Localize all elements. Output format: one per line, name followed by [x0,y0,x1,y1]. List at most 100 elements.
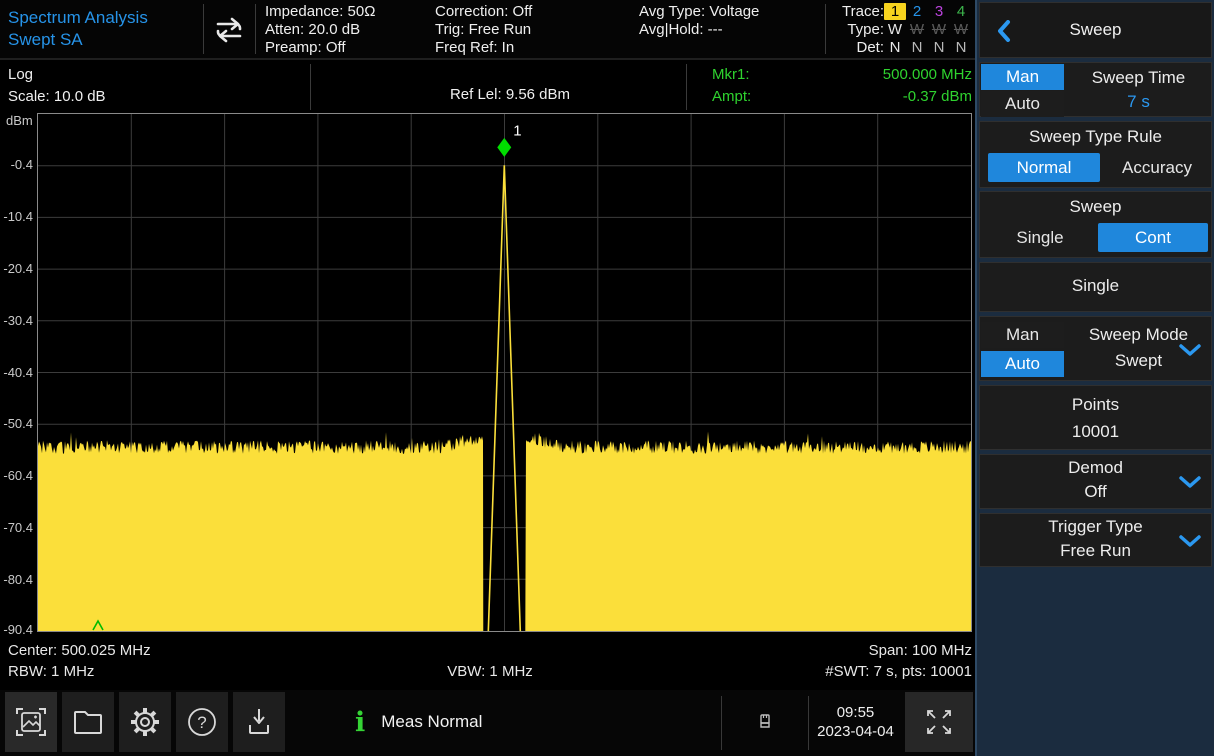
swt-readout[interactable]: #SWT: 7 s, pts: 10001 [825,663,972,680]
sweep-annotations: Center: 500.025 MHz Span: 100 MHz RBW: 1… [0,640,975,686]
screenshot-icon [14,705,48,739]
trace-status-table: Trace: 1 2 3 4 Type: W W W W Det: N N N … [830,2,972,56]
back-button[interactable] [996,20,1011,47]
sweep-time-man-auto-toggle: Man Auto [981,64,1064,115]
marker-number-label: 1 [513,122,521,139]
help-icon: ? [185,705,219,739]
single-button-label: Single [980,276,1211,296]
demod-control[interactable]: Demod Off [979,454,1212,509]
amplitude-scale-readout[interactable]: Log Scale: 10.0 dB [8,64,106,108]
sweep-time-man-option[interactable]: Man [981,64,1064,90]
sweep-mode-control[interactable]: Man Auto Sweep Mode Swept [979,316,1212,381]
continuous-sweep-button[interactable] [206,6,252,54]
chevron-down-icon [1179,476,1201,489]
sweep-time-label: Sweep Time [1066,68,1211,88]
sweep-label: Sweep [980,197,1211,217]
measurement-status: i Meas Normal [355,690,482,754]
spectrum-trace: 1 [38,114,971,631]
folder-icon [71,705,105,739]
scale-bar: Log Scale: 10.0 dB Ref Lel: 9.56 dBm Mkr… [0,62,975,112]
trace-3-button[interactable]: 3 [928,3,950,20]
top-status-bar: Spectrum Analysis Swept SA Impedance: 50… [0,0,975,60]
points-control[interactable]: Points 10001 [979,385,1212,450]
divider [825,4,826,54]
marker-name: Mkr1: [692,64,750,86]
log-label: Log [8,64,106,86]
chevron-down-icon [1179,344,1201,357]
y-tick: -40.4 [0,365,33,380]
marker-diamond-icon [497,138,511,157]
trig-readout: Trig: Free Run [435,21,532,39]
sweep-single-option[interactable]: Single [990,223,1090,252]
help-button[interactable]: ? [176,692,228,752]
atten-readout: Atten: 20.0 dB [265,21,375,39]
trace-2-type: W [906,21,928,38]
usb-device-icon [757,712,773,732]
trace-2-button[interactable]: 2 [906,3,928,20]
divider [686,64,687,110]
trigger-type-value: Free Run [980,541,1211,561]
ref-level-readout[interactable]: Ref Lel: 9.56 dBm [360,86,660,103]
sweep-time-auto-option[interactable]: Auto [981,91,1064,117]
points-label: Points [980,395,1211,415]
y-tick: -60.4 [0,468,33,483]
save-icon [242,705,276,739]
sweep-menu-panel: Sweep Man Auto Sweep Time 7 s Sweep Type… [975,0,1214,756]
impedance-readout: Impedance: 50Ω [265,3,375,21]
spectrum-plot-area[interactable]: 1 [37,113,972,632]
sweep-type-accuracy-option[interactable]: Accuracy [1106,153,1208,182]
marker-readout[interactable]: Mkr1: 500.000 MHz Ampt: -0.37 dBm [692,64,972,108]
type-row-label: Type: [830,21,884,38]
divider [203,4,204,54]
divider [310,64,311,110]
panel-title: Sweep [980,20,1211,40]
sweep-type-normal-option[interactable]: Normal [988,153,1100,182]
center-freq-readout[interactable]: Center: 500.025 MHz [8,642,151,659]
sweep-time-value: 7 s [1066,92,1211,112]
file-explorer-button[interactable] [62,692,114,752]
info-icon: i [355,707,365,738]
y-tick: -10.4 [0,209,33,224]
avg-settings-column: Avg Type: Voltage Avg|Hold: --- [639,3,759,39]
points-value: 10001 [980,422,1211,442]
y-tick: -30.4 [0,313,33,328]
bottom-toolbar: ? i Meas Normal 09:55 2023-04-04 [0,690,975,756]
sweep-mode-label: Sweep Mode [1066,325,1211,345]
sweep-mode-man-option[interactable]: Man [981,322,1064,348]
single-sweep-button[interactable]: Single [979,262,1212,312]
sweep-cont-option[interactable]: Cont [1098,223,1208,252]
demod-value: Off [980,482,1211,502]
trace-fill-right [525,432,971,632]
trigger-type-control[interactable]: Trigger Type Free Run [979,513,1212,567]
trace-3-type: W [928,21,950,38]
app-title-line1: Spectrum Analysis [8,7,148,29]
y-tick: -90.4 [0,622,33,637]
scale-label: Scale: 10.0 dB [8,86,106,108]
sweep-mode-auto-option[interactable]: Auto [981,351,1064,377]
panel-header: Sweep [979,2,1212,58]
trace-4-button[interactable]: 4 [950,3,972,20]
screen: Spectrum Analysis Swept SA Impedance: 50… [0,0,1214,756]
settings-button[interactable] [119,692,171,752]
y-tick: -0.4 [0,157,33,172]
meas-status-label: Meas Normal [381,712,482,732]
span-readout[interactable]: Span: 100 MHz [869,642,972,659]
type-row: Type: W W W W [830,20,972,38]
sweep-type-rule-label: Sweep Type Rule [980,127,1211,147]
trace-row-label: Trace: [830,3,884,20]
save-button[interactable] [233,692,285,752]
fullscreen-button[interactable] [905,692,973,752]
clock: 09:55 2023-04-04 [808,690,903,754]
trace-fill-left [38,432,483,631]
sweep-time-control[interactable]: Man Auto Sweep Time 7 s [979,62,1212,117]
time-readout: 09:55 [808,703,903,722]
trace-2-det: N [906,39,928,56]
y-tick: -50.4 [0,416,33,431]
trace-3-det: N [928,39,950,56]
avgtype-readout: Avg Type: Voltage [639,3,759,21]
chevron-down-icon [1179,535,1201,548]
trace-1-det: N [884,39,906,56]
screenshot-button[interactable] [5,692,57,752]
sweep-cont-control: Sweep Single Cont [979,191,1212,258]
trace-1-button[interactable]: 1 [884,3,906,20]
